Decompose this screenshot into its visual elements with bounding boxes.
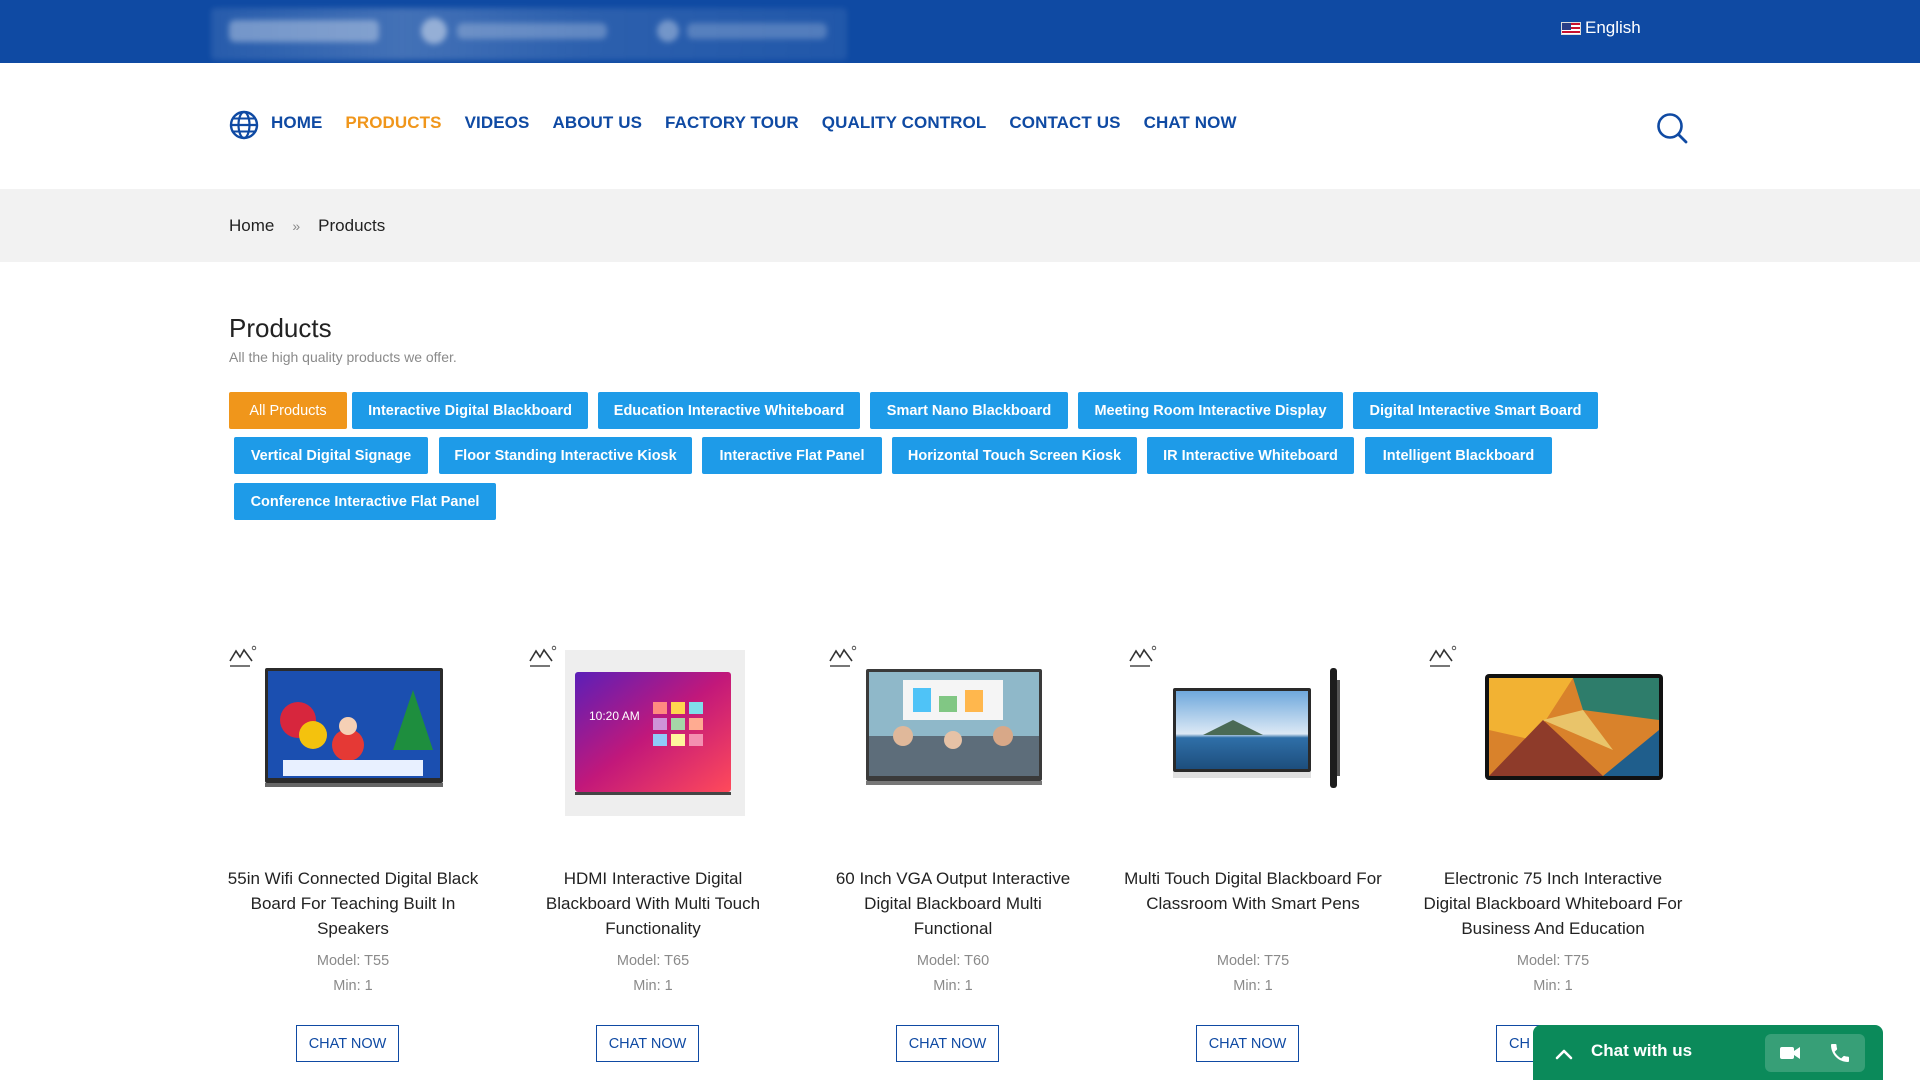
category-horizontal-touch-screen-kiosk[interactable]: Horizontal Touch Screen Kiosk	[892, 437, 1137, 474]
chat-now-button[interactable]: CHAT NOW	[1196, 1025, 1299, 1062]
search-icon[interactable]	[1655, 111, 1689, 145]
nav-chat-now[interactable]: CHAT NOW	[1144, 113, 1237, 133]
blurred-logo	[229, 20, 379, 42]
breadcrumb: Home » Products	[229, 216, 385, 236]
nav-contact-us[interactable]: CONTACT US	[1009, 113, 1120, 133]
product-image[interactable]	[1443, 640, 1663, 820]
product-model: Model: T60	[916, 953, 990, 969]
category-all-products[interactable]: All Products	[229, 392, 347, 429]
chat-now-button[interactable]: CHAT NOW	[896, 1025, 999, 1062]
nav-videos[interactable]: VIDEOS	[465, 113, 530, 133]
category-interactive-digital-blackboard[interactable]: Interactive Digital Blackboard	[352, 392, 588, 429]
product-image[interactable]	[1143, 640, 1363, 820]
blurred-email-icon	[657, 20, 679, 42]
page-subtitle: All the high quality products we offer.	[229, 349, 457, 365]
product-model: Model: T55	[316, 953, 390, 969]
category-interactive-flat-panel[interactable]: Interactive Flat Panel	[702, 437, 882, 474]
product-image[interactable]	[243, 640, 463, 820]
chat-actions	[1765, 1034, 1865, 1072]
breadcrumb-separator: »	[292, 218, 301, 234]
chat-widget[interactable]: Chat with us	[1533, 1025, 1883, 1080]
category-digital-interactive-smart-board[interactable]: Digital Interactive Smart Board	[1353, 392, 1598, 429]
product-model: Model: T75	[1216, 953, 1290, 969]
blurred-phone-icon	[421, 18, 447, 44]
category-intelligent-blackboard[interactable]: Intelligent Blackboard	[1365, 437, 1552, 474]
nav-menu: HOME PRODUCTS VIDEOS ABOUT US FACTORY TO…	[271, 113, 1260, 133]
breadcrumb-current: Products	[318, 216, 386, 235]
nav-quality-control[interactable]: QUALITY CONTROL	[822, 113, 987, 133]
category-ir-interactive-whiteboard[interactable]: IR Interactive Whiteboard	[1147, 437, 1354, 474]
language-label: English	[1585, 18, 1641, 37]
category-smart-nano-blackboard[interactable]: Smart Nano Blackboard	[870, 392, 1068, 429]
screen-time-text: 10:20 AM	[589, 709, 640, 723]
video-call-icon[interactable]	[1778, 1041, 1802, 1065]
product-min-order: Min: 1	[633, 978, 673, 994]
nav-about-us[interactable]: ABOUT US	[552, 113, 642, 133]
category-conference-interactive-flat-panel[interactable]: Conference Interactive Flat Panel	[234, 483, 496, 520]
us-flag-icon	[1561, 21, 1581, 35]
category-meeting-room-interactive-display[interactable]: Meeting Room Interactive Display	[1078, 392, 1343, 429]
top-bar: English	[0, 0, 1920, 63]
product-image[interactable]: 10:20 AM	[543, 640, 763, 820]
chat-now-button[interactable]: CHAT NOW	[296, 1025, 399, 1062]
nav-home[interactable]: HOME	[271, 113, 322, 133]
product-name[interactable]: HDMI Interactive Digital Blackboard With…	[523, 866, 783, 941]
chat-widget-label[interactable]: Chat with us	[1591, 1041, 1692, 1061]
category-education-interactive-whiteboard[interactable]: Education Interactive Whiteboard	[598, 392, 860, 429]
product-min-order: Min: 1	[1533, 978, 1573, 994]
product-model: Model: T65	[616, 953, 690, 969]
blurred-email-text	[687, 23, 827, 39]
blurred-phone-text	[457, 23, 607, 39]
breadcrumb-home[interactable]: Home	[229, 216, 274, 236]
page-title: Products	[229, 313, 332, 343]
globe-icon[interactable]	[229, 110, 259, 140]
language-selector[interactable]: English	[1561, 18, 1641, 38]
nav-products[interactable]: PRODUCTS	[345, 113, 441, 133]
chevron-up-icon[interactable]	[1553, 1043, 1575, 1065]
product-min-order: Min: 1	[333, 978, 373, 994]
product-name[interactable]: 60 Inch VGA Output Interactive Digital B…	[823, 866, 1083, 941]
product-name[interactable]: Electronic 75 Inch Interactive Digital B…	[1423, 866, 1683, 941]
phone-icon[interactable]	[1828, 1041, 1852, 1065]
product-name[interactable]: 55in Wifi Connected Digital Black Board …	[223, 866, 483, 941]
blurred-contact-info	[211, 8, 847, 60]
product-image[interactable]	[843, 640, 1063, 820]
nav-factory-tour[interactable]: FACTORY TOUR	[665, 113, 799, 133]
category-floor-standing-interactive-kiosk[interactable]: Floor Standing Interactive Kiosk	[439, 437, 692, 474]
product-min-order: Min: 1	[1233, 978, 1273, 994]
product-model: Model: T75	[1516, 953, 1590, 969]
product-min-order: Min: 1	[933, 978, 973, 994]
product-name[interactable]: Multi Touch Digital Blackboard For Class…	[1123, 866, 1383, 916]
chat-now-button[interactable]: CHAT NOW	[596, 1025, 699, 1062]
category-vertical-digital-signage[interactable]: Vertical Digital Signage	[234, 437, 428, 474]
